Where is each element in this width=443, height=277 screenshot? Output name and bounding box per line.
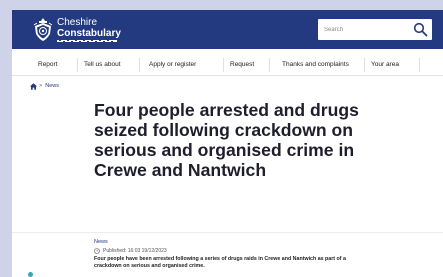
nav-item-apply-or-register[interactable]: Apply or register (149, 55, 196, 75)
article-title: Four people arrested and drugs seized fo… (94, 100, 359, 180)
logo-line-2: Constabulary (57, 28, 121, 39)
clock-icon (94, 248, 100, 254)
police-crest-icon[interactable] (32, 17, 54, 42)
site-logo[interactable]: Cheshire Constabulary (57, 17, 121, 39)
page: Cheshire Constabulary Report (12, 10, 443, 277)
logo-checker-band (57, 40, 117, 42)
search-box (318, 19, 432, 40)
published-label: Published: (103, 248, 127, 254)
site-header: Cheshire Constabulary (12, 10, 443, 49)
article-category[interactable]: News (94, 239, 108, 245)
breadcrumb: > News (30, 81, 59, 91)
nav-item-report[interactable]: Report (38, 55, 58, 75)
published-time: 16:03 (127, 248, 141, 254)
nav-divider (364, 58, 365, 72)
breadcrumb-separator: > (39, 83, 43, 89)
nav-item-your-area[interactable]: Your area (371, 55, 399, 75)
search-input[interactable] (318, 19, 410, 40)
home-icon[interactable] (30, 82, 37, 90)
main-navigation: Report Tell us about Apply or register R… (12, 55, 443, 76)
nav-divider (269, 58, 270, 72)
nav-divider (77, 58, 78, 72)
nav-divider (139, 58, 140, 72)
nav-item-thanks-and-complaints[interactable]: Thanks and complaints (282, 55, 349, 75)
nav-divider (223, 58, 224, 72)
nav-divider (419, 58, 420, 72)
side-accent-marker (28, 272, 33, 277)
section-divider (12, 232, 443, 233)
search-icon[interactable] (413, 22, 428, 37)
logo-line-1: Cheshire (57, 17, 98, 28)
nav-item-request[interactable]: Request (230, 55, 254, 75)
published-info: Published: 16:03 19/12/2023 (94, 248, 167, 254)
breadcrumb-current[interactable]: News (45, 83, 59, 89)
published-date: 19/12/2023 (141, 248, 167, 254)
article-summary: Four people have been arrested following… (94, 256, 346, 269)
nav-item-tell-us-about[interactable]: Tell us about (84, 55, 121, 75)
